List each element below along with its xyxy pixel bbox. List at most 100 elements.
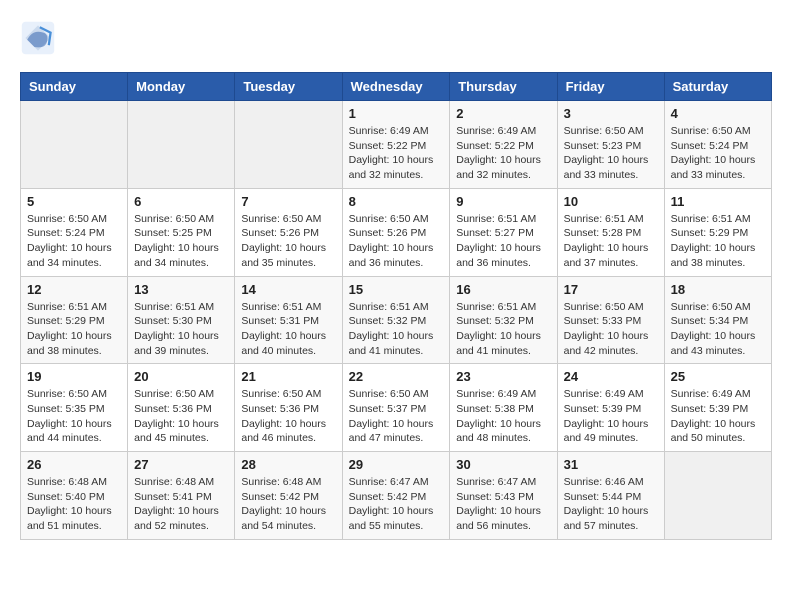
calendar-cell: 17 Sunrise: 6:50 AM Sunset: 5:33 PM Dayli… [557, 276, 664, 364]
day-info: Sunrise: 6:49 AM Sunset: 5:22 PM Dayligh… [349, 124, 444, 183]
day-number: 26 [27, 457, 121, 472]
day-info: Sunrise: 6:50 AM Sunset: 5:24 PM Dayligh… [27, 212, 121, 271]
day-number: 30 [456, 457, 550, 472]
calendar-week-row: 19Sunrise: 6:50 AM Sunset: 5:35 PM Dayli… [21, 364, 772, 452]
day-info: Sunrise: 6:50 AM Sunset: 5:34 PM Dayligh… [671, 300, 765, 359]
day-info: Sunrise: 6:47 AM Sunset: 5:42 PM Dayligh… [349, 475, 444, 534]
day-info: Sunrise: 6:51 AM Sunset: 5:32 PM Dayligh… [349, 300, 444, 359]
calendar-cell: 24 Sunrise: 6:49 AM Sunset: 5:39 PM Dayli… [557, 364, 664, 452]
calendar-cell [21, 101, 128, 189]
day-number: 12 [27, 282, 121, 297]
day-number: 10 [564, 194, 658, 209]
calendar-cell: 15 Sunrise: 6:51 AM Sunset: 5:32 PM Dayli… [342, 276, 450, 364]
calendar-day-header: Tuesday [235, 73, 342, 101]
calendar-cell [235, 101, 342, 189]
calendar-week-row: 12 Sunrise: 6:51 AM Sunset: 5:29 PM Dayli… [21, 276, 772, 364]
calendar-cell: 30 Sunrise: 6:47 AM Sunset: 5:43 PM Dayli… [450, 452, 557, 540]
day-info: Sunrise: 6:49 AM Sunset: 5:39 PM Dayligh… [671, 387, 765, 446]
calendar-week-row: 5 Sunrise: 6:50 AM Sunset: 5:24 PM Daylig… [21, 188, 772, 276]
calendar-table: SundayMondayTuesdayWednesdayThursdayFrid… [20, 72, 772, 540]
day-number: 27 [134, 457, 228, 472]
day-number: 20 [134, 369, 228, 384]
calendar-cell: 18 Sunrise: 6:50 AM Sunset: 5:34 PM Dayli… [664, 276, 771, 364]
day-info: Sunrise: 6:50 AM Sunset: 5:36 PM Dayligh… [241, 387, 335, 446]
day-number: 21 [241, 369, 335, 384]
calendar-cell: 5 Sunrise: 6:50 AM Sunset: 5:24 PM Daylig… [21, 188, 128, 276]
day-number: 9 [456, 194, 550, 209]
calendar-cell: 6 Sunrise: 6:50 AM Sunset: 5:25 PM Daylig… [128, 188, 235, 276]
calendar-cell: 19Sunrise: 6:50 AM Sunset: 5:35 PM Dayli… [21, 364, 128, 452]
calendar-cell: 4Sunrise: 6:50 AM Sunset: 5:24 PM Daylig… [664, 101, 771, 189]
day-info: Sunrise: 6:50 AM Sunset: 5:25 PM Dayligh… [134, 212, 228, 271]
calendar-cell: 31Sunrise: 6:46 AM Sunset: 5:44 PM Dayli… [557, 452, 664, 540]
day-info: Sunrise: 6:49 AM Sunset: 5:22 PM Dayligh… [456, 124, 550, 183]
day-number: 31 [564, 457, 658, 472]
calendar-day-header: Friday [557, 73, 664, 101]
day-number: 6 [134, 194, 228, 209]
calendar-cell: 3 Sunrise: 6:50 AM Sunset: 5:23 PM Daylig… [557, 101, 664, 189]
day-number: 7 [241, 194, 335, 209]
day-info: Sunrise: 6:50 AM Sunset: 5:23 PM Dayligh… [564, 124, 658, 183]
calendar-day-header: Wednesday [342, 73, 450, 101]
day-number: 18 [671, 282, 765, 297]
day-number: 14 [241, 282, 335, 297]
calendar-cell [128, 101, 235, 189]
calendar-cell: 21 Sunrise: 6:50 AM Sunset: 5:36 PM Dayli… [235, 364, 342, 452]
calendar-cell: 16 Sunrise: 6:51 AM Sunset: 5:32 PM Dayli… [450, 276, 557, 364]
calendar-cell: 7 Sunrise: 6:50 AM Sunset: 5:26 PM Daylig… [235, 188, 342, 276]
calendar-cell: 29 Sunrise: 6:47 AM Sunset: 5:42 PM Dayli… [342, 452, 450, 540]
day-info: Sunrise: 6:50 AM Sunset: 5:26 PM Dayligh… [349, 212, 444, 271]
day-info: Sunrise: 6:48 AM Sunset: 5:42 PM Dayligh… [241, 475, 335, 534]
calendar-cell: 20 Sunrise: 6:50 AM Sunset: 5:36 PM Dayli… [128, 364, 235, 452]
day-number: 4 [671, 106, 765, 121]
day-info: Sunrise: 6:50 AM Sunset: 5:37 PM Dayligh… [349, 387, 444, 446]
calendar-week-row: 1Sunrise: 6:49 AM Sunset: 5:22 PM Daylig… [21, 101, 772, 189]
logo [20, 20, 62, 56]
day-number: 5 [27, 194, 121, 209]
calendar-cell: 12 Sunrise: 6:51 AM Sunset: 5:29 PM Dayli… [21, 276, 128, 364]
day-number: 15 [349, 282, 444, 297]
calendar-day-header: Monday [128, 73, 235, 101]
day-number: 19 [27, 369, 121, 384]
day-number: 23 [456, 369, 550, 384]
day-info: Sunrise: 6:49 AM Sunset: 5:39 PM Dayligh… [564, 387, 658, 446]
day-number: 13 [134, 282, 228, 297]
calendar-day-header: Saturday [664, 73, 771, 101]
day-number: 11 [671, 194, 765, 209]
calendar-cell: 14Sunrise: 6:51 AM Sunset: 5:31 PM Dayli… [235, 276, 342, 364]
calendar-week-row: 26Sunrise: 6:48 AM Sunset: 5:40 PM Dayli… [21, 452, 772, 540]
logo-icon [20, 20, 56, 56]
day-info: Sunrise: 6:51 AM Sunset: 5:29 PM Dayligh… [27, 300, 121, 359]
calendar-cell: 23 Sunrise: 6:49 AM Sunset: 5:38 PM Dayli… [450, 364, 557, 452]
day-info: Sunrise: 6:51 AM Sunset: 5:28 PM Dayligh… [564, 212, 658, 271]
day-number: 25 [671, 369, 765, 384]
day-info: Sunrise: 6:51 AM Sunset: 5:30 PM Dayligh… [134, 300, 228, 359]
day-number: 29 [349, 457, 444, 472]
calendar-cell: 8Sunrise: 6:50 AM Sunset: 5:26 PM Daylig… [342, 188, 450, 276]
calendar-cell: 26Sunrise: 6:48 AM Sunset: 5:40 PM Dayli… [21, 452, 128, 540]
calendar-cell: 28Sunrise: 6:48 AM Sunset: 5:42 PM Dayli… [235, 452, 342, 540]
day-info: Sunrise: 6:51 AM Sunset: 5:32 PM Dayligh… [456, 300, 550, 359]
day-number: 2 [456, 106, 550, 121]
day-info: Sunrise: 6:51 AM Sunset: 5:29 PM Dayligh… [671, 212, 765, 271]
calendar-day-header: Thursday [450, 73, 557, 101]
day-number: 17 [564, 282, 658, 297]
day-number: 24 [564, 369, 658, 384]
day-info: Sunrise: 6:50 AM Sunset: 5:33 PM Dayligh… [564, 300, 658, 359]
calendar-cell: 13 Sunrise: 6:51 AM Sunset: 5:30 PM Dayli… [128, 276, 235, 364]
day-info: Sunrise: 6:50 AM Sunset: 5:26 PM Dayligh… [241, 212, 335, 271]
day-number: 22 [349, 369, 444, 384]
calendar-cell: 2 Sunrise: 6:49 AM Sunset: 5:22 PM Daylig… [450, 101, 557, 189]
day-info: Sunrise: 6:47 AM Sunset: 5:43 PM Dayligh… [456, 475, 550, 534]
day-number: 16 [456, 282, 550, 297]
calendar-cell: 22 Sunrise: 6:50 AM Sunset: 5:37 PM Dayli… [342, 364, 450, 452]
calendar-cell: 9 Sunrise: 6:51 AM Sunset: 5:27 PM Daylig… [450, 188, 557, 276]
day-info: Sunrise: 6:50 AM Sunset: 5:36 PM Dayligh… [134, 387, 228, 446]
day-info: Sunrise: 6:49 AM Sunset: 5:38 PM Dayligh… [456, 387, 550, 446]
day-info: Sunrise: 6:48 AM Sunset: 5:41 PM Dayligh… [134, 475, 228, 534]
day-info: Sunrise: 6:51 AM Sunset: 5:27 PM Dayligh… [456, 212, 550, 271]
calendar-cell: 27 Sunrise: 6:48 AM Sunset: 5:41 PM Dayli… [128, 452, 235, 540]
day-number: 3 [564, 106, 658, 121]
calendar-header-row: SundayMondayTuesdayWednesdayThursdayFrid… [21, 73, 772, 101]
calendar-cell: 11 Sunrise: 6:51 AM Sunset: 5:29 PM Dayli… [664, 188, 771, 276]
